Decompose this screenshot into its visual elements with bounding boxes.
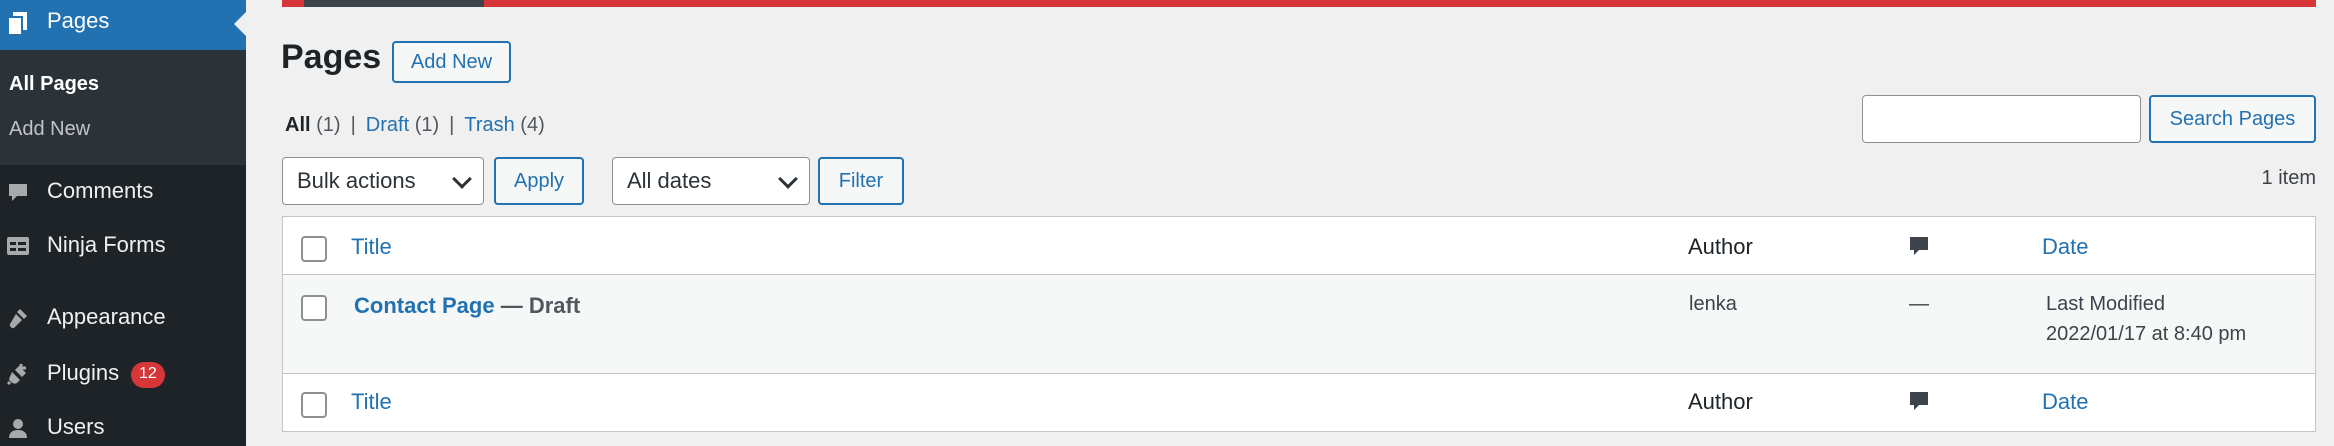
status-filter-links: All (1) | Draft (1) | Trash (4) [285, 114, 545, 137]
sidebar-item-users[interactable]: Users [0, 406, 246, 446]
sidebar-item-appearance[interactable]: Appearance [0, 296, 246, 340]
plugins-icon [6, 364, 26, 386]
dates-select[interactable]: All dates [612, 157, 810, 205]
comments-count: — [1909, 293, 1929, 315]
row-checkbox[interactable] [301, 295, 327, 321]
select-all-checkbox-footer[interactable] [301, 392, 327, 418]
author-link[interactable]: lenka [1689, 289, 1737, 319]
page-title: Pages [281, 38, 382, 76]
column-title-footer[interactable]: Title [351, 389, 392, 415]
column-title-header[interactable]: Title [351, 234, 392, 260]
table-header-row: Title Author Date [283, 217, 2315, 275]
bulk-actions-value: Bulk actions [297, 168, 416, 193]
select-all-checkbox[interactable] [301, 236, 327, 262]
column-date-footer[interactable]: Date [2042, 389, 2088, 415]
comment-bubble-icon [1910, 237, 1928, 255]
bulk-actions-select[interactable]: Bulk actions [282, 157, 484, 205]
table-row: Contact Page — Draft lenka — Last Modifi… [283, 275, 2315, 373]
date-value: 2022/01/17 at 8:40 pm [2046, 323, 2247, 345]
comment-bubble-icon [1910, 392, 1928, 410]
plugins-update-badge: 12 [131, 362, 165, 388]
sidebar-item-label: Plugins [47, 360, 120, 385]
dates-value: All dates [627, 168, 712, 193]
row-title-cell: Contact Page — Draft [354, 293, 580, 319]
pages-submenu: All Pages Add New [0, 50, 246, 165]
page-title-link[interactable]: Contact Page [354, 293, 495, 318]
filter-separator: | [449, 114, 455, 136]
current-menu-arrow [234, 12, 246, 36]
submenu-item-all-pages[interactable]: All Pages [9, 73, 99, 96]
table-footer-row: Title Author Date [283, 373, 2315, 431]
items-count: 1 item [2261, 167, 2316, 189]
post-state: — Draft [500, 293, 581, 318]
apply-button[interactable]: Apply [494, 157, 584, 205]
sidebar-item-label: Users [47, 414, 105, 439]
users-icon [9, 419, 27, 438]
chevron-down-icon [452, 169, 472, 189]
filter-trash[interactable]: Trash (4) [464, 114, 544, 136]
filter-all[interactable]: All (1) [285, 114, 341, 136]
pages-icon [7, 12, 27, 36]
date-status: Last Modified [2046, 293, 2165, 315]
search-pages-button[interactable]: Search Pages [2149, 95, 2316, 143]
add-new-page-button[interactable]: Add New [392, 41, 511, 83]
sidebar-item-plugins[interactable]: Plugins 12 [0, 352, 246, 396]
chevron-down-icon [778, 169, 798, 189]
sidebar-item-pages[interactable]: Pages [0, 0, 246, 50]
notice-image [304, 0, 484, 7]
submenu-item-add-new[interactable]: Add New [9, 118, 90, 141]
appearance-icon [9, 309, 27, 329]
sidebar-item-label: Appearance [47, 304, 166, 329]
admin-notice-bar [282, 0, 2316, 7]
sidebar-item-comments[interactable]: Comments [0, 170, 246, 214]
ninja-forms-icon [7, 237, 29, 255]
sidebar-item-label: Ninja Forms [47, 232, 166, 257]
filter-button[interactable]: Filter [818, 157, 904, 205]
comments-icon [9, 184, 27, 201]
sidebar-item-ninja-forms[interactable]: Ninja Forms [0, 224, 246, 268]
sidebar-item-label: Comments [47, 178, 154, 203]
column-author-header: Author [1688, 234, 1753, 259]
filter-draft[interactable]: Draft (1) [366, 114, 439, 136]
filter-separator: | [350, 114, 356, 136]
sidebar-item-label: Pages [47, 8, 110, 33]
admin-sidebar: Pages All Pages Add New Comments Ninja F… [0, 0, 246, 446]
column-date-header[interactable]: Date [2042, 234, 2088, 260]
pages-table: Title Author Date Contact Page — Draft l… [282, 216, 2316, 432]
search-input[interactable] [1862, 95, 2141, 143]
column-author-footer: Author [1688, 389, 1753, 414]
